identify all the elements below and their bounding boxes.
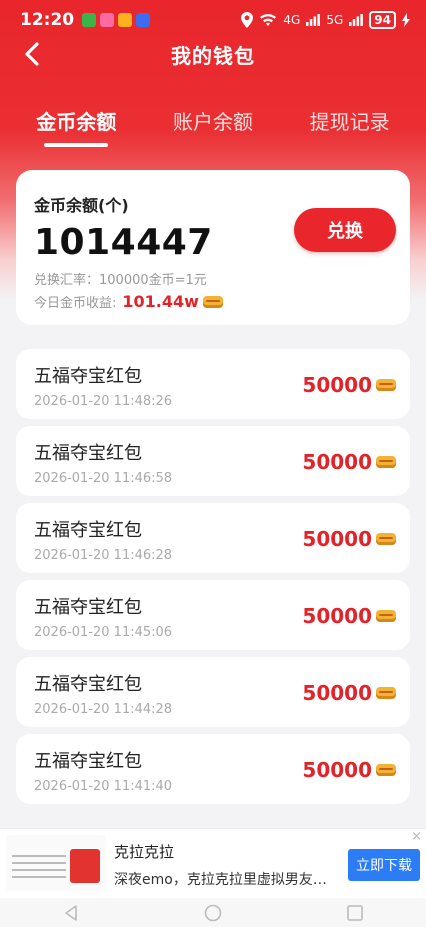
record-amount-value: 50000: [302, 681, 372, 705]
record-list: 五福夺宝红包 2026-01-20 11:48:26 50000 五福夺宝红包 …: [16, 349, 410, 811]
tab-coin-balance[interactable]: 金币余额: [36, 100, 117, 147]
record-amount-value: 50000: [302, 604, 372, 628]
coin-stack-icon: [376, 377, 396, 393]
record-amount-value: 50000: [302, 450, 372, 474]
tab-label: 金币余额: [36, 110, 117, 134]
list-item[interactable]: 五福夺宝红包 2026-01-20 11:46:58 50000: [16, 426, 410, 496]
today-earnings-value: 101.44w: [122, 292, 199, 311]
coin-stack-icon: [376, 454, 396, 470]
record-amount: 50000: [302, 604, 396, 628]
record-amount-value: 50000: [302, 373, 372, 397]
list-item[interactable]: 五福夺宝红包 2026-01-20 11:45:06 50000: [16, 580, 410, 650]
list-item[interactable]: 五福夺宝红包 2026-01-20 11:41:40 50000: [16, 734, 410, 804]
status-indicators: 4G 5G 94: [241, 11, 410, 29]
exchange-rate: 兑换汇率：100000金币=1元: [34, 273, 207, 288]
ad-banner[interactable]: 克拉克拉 深夜emo，克拉克拉里虚拟男友… 立即下载 ×: [0, 828, 426, 898]
charging-icon: [402, 13, 410, 27]
ad-download-button[interactable]: 立即下载: [348, 849, 420, 881]
today-earnings-label: 今日金币收益:: [34, 296, 117, 311]
back-button[interactable]: [18, 40, 46, 68]
exchange-button[interactable]: 兑换: [294, 208, 396, 252]
ad-thumbnail: [6, 835, 106, 891]
nav-bar: 我的钱包: [0, 34, 426, 74]
system-nav-bar: [0, 898, 426, 927]
coin-stack-icon: [376, 685, 396, 701]
wechat-icon: [82, 13, 97, 27]
list-item[interactable]: 五福夺宝红包 2026-01-20 11:48:26 50000: [16, 349, 410, 419]
app-notification-icon: [136, 13, 151, 27]
tab-label: 提现记录: [309, 110, 390, 134]
status-time: 12:20: [20, 10, 75, 30]
record-amount-value: 50000: [302, 527, 372, 551]
record-amount: 50000: [302, 450, 396, 474]
list-item[interactable]: 五福夺宝红包 2026-01-20 11:46:28 50000: [16, 503, 410, 573]
record-amount: 50000: [302, 758, 396, 782]
record-amount: 50000: [302, 373, 396, 397]
coin-stack-icon: [202, 294, 223, 310]
ad-close-icon[interactable]: ×: [411, 829, 422, 844]
today-earnings: 今日金币收益: 101.44w: [34, 292, 392, 311]
signal-label: 4G: [283, 13, 301, 27]
ad-description: 深夜emo，克拉克拉里虚拟男友…: [114, 872, 327, 888]
record-amount: 50000: [302, 681, 396, 705]
page-title: 我的钱包: [171, 43, 255, 68]
location-icon: [241, 12, 254, 28]
chevron-left-icon: [25, 42, 39, 66]
signal-icon: [306, 14, 321, 26]
ad-title: 克拉克拉: [114, 843, 175, 861]
record-amount: 50000: [302, 527, 396, 551]
app-notification-icon: [100, 13, 115, 27]
recents-square-icon[interactable]: [345, 903, 365, 923]
coin-stack-icon: [376, 531, 396, 547]
record-amount-value: 50000: [302, 758, 372, 782]
tab-withdraw-records[interactable]: 提现记录: [310, 100, 390, 135]
app-notification-icon: [118, 13, 133, 27]
coin-stack-icon: [376, 762, 396, 778]
coin-stack-icon: [376, 608, 396, 624]
balance-card: 金币余额(个) 1014447 兑换汇率：100000金币=1元 今日金币收益:…: [16, 170, 410, 325]
wifi-icon: [260, 14, 277, 26]
tab-account-balance[interactable]: 账户余额: [173, 100, 253, 135]
ad-thumbnail-text-lines: [12, 855, 66, 879]
tab-active-indicator: [44, 143, 109, 147]
ad-app-icon: [70, 849, 100, 883]
tab-label: 账户余额: [172, 110, 253, 134]
home-circle-icon[interactable]: [203, 903, 223, 923]
signal-label: 5G: [326, 13, 344, 27]
signal-icon: [349, 14, 364, 26]
list-item[interactable]: 五福夺宝红包 2026-01-20 11:44:28 50000: [16, 657, 410, 727]
back-triangle-icon[interactable]: [61, 903, 81, 923]
battery-indicator: 94: [369, 11, 396, 29]
tab-bar: 金币余额 账户余额 提现记录: [0, 100, 426, 150]
